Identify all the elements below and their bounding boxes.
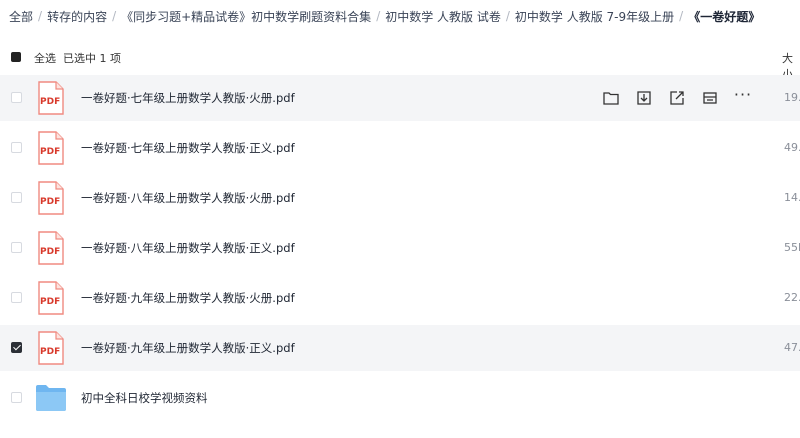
open-folder-icon[interactable] [600, 87, 622, 109]
folder-icon [35, 384, 67, 412]
file-name[interactable]: 一卷好题·七年级上册数学人教版·正义.pdf [81, 140, 295, 156]
file-name[interactable]: 一卷好题·八年级上册数学人教版·正义.pdf [81, 240, 295, 256]
pdf-file-icon: PDF [37, 131, 65, 165]
row-checkbox[interactable] [11, 292, 22, 303]
selected-count: 已选中 1 项 [63, 52, 121, 65]
file-row[interactable]: PDF 一卷好题·七年级上册数学人教版·火册.pdf ··· 19. [0, 75, 800, 121]
breadcrumb-separator: / [38, 9, 43, 23]
file-size: 47. [784, 341, 800, 354]
pdf-file-icon: PDF [37, 231, 65, 265]
file-row[interactable]: PDF 一卷好题·九年级上册数学人教版·火册.pdf 22. [0, 275, 800, 321]
folder-name[interactable]: 初中全科日校学视频资料 [81, 390, 208, 406]
select-all-label[interactable]: 全选 [34, 50, 56, 66]
pdf-file-icon: PDF [37, 181, 65, 215]
pdf-icon-label: PDF [40, 347, 61, 357]
row-checkbox[interactable] [11, 192, 22, 203]
file-size: 22. [784, 291, 800, 304]
share-icon[interactable] [666, 87, 688, 109]
preview-icon[interactable] [699, 87, 721, 109]
breadcrumb-separator: / [679, 9, 684, 23]
breadcrumb: 全部 / 转存的内容 / 《同步习题+精品试卷》初中数学刷题资料合集 / 初中数… [9, 0, 799, 32]
select-all-checkbox[interactable] [11, 52, 21, 62]
breadcrumb-item-saved[interactable]: 转存的内容 [47, 8, 107, 25]
file-row[interactable]: PDF 一卷好题·八年级上册数学人教版·正义.pdf 55M [0, 225, 800, 271]
file-size: 49. [784, 141, 800, 154]
file-row[interactable]: PDF 一卷好题·九年级上册数学人教版·正义.pdf 47. [0, 325, 800, 371]
file-row[interactable]: PDF 一卷好题·八年级上册数学人教版·火册.pdf 14. [0, 175, 800, 221]
row-checkbox[interactable] [11, 92, 22, 103]
file-row[interactable]: PDF 一卷好题·七年级上册数学人教版·正义.pdf 49. [0, 125, 800, 171]
file-size: 55M [784, 241, 800, 254]
pdf-icon-label: PDF [40, 97, 61, 107]
row-checkbox[interactable] [11, 242, 22, 253]
row-actions: ··· [600, 85, 765, 109]
row-checkbox-checked[interactable] [11, 342, 22, 353]
file-name[interactable]: 一卷好题·七年级上册数学人教版·火册.pdf [81, 90, 295, 106]
pdf-file-icon: PDF [37, 331, 65, 365]
more-icon[interactable]: ··· [732, 83, 754, 105]
pdf-file-icon: PDF [37, 281, 65, 315]
pdf-icon-label: PDF [40, 247, 61, 257]
breadcrumb-item-exams[interactable]: 初中数学 人教版 试卷 [385, 8, 501, 25]
selection-bar: 全选 已选中 1 项 大小 [0, 44, 800, 81]
file-name[interactable]: 一卷好题·九年级上册数学人教版·火册.pdf [81, 290, 295, 306]
breadcrumb-separator: / [112, 9, 117, 23]
breadcrumb-item-grade[interactable]: 初中数学 人教版 7-9年级上册 [515, 8, 674, 25]
pdf-icon-label: PDF [40, 147, 61, 157]
breadcrumb-item-collection[interactable]: 《同步习题+精品试卷》初中数学刷题资料合集 [121, 8, 371, 25]
file-name[interactable]: 一卷好题·九年级上册数学人教版·正义.pdf [81, 340, 295, 356]
pdf-icon-label: PDF [40, 197, 61, 207]
pdf-file-icon: PDF [37, 81, 65, 115]
breadcrumb-item-current: 《一卷好题》 [688, 9, 761, 24]
row-checkbox[interactable] [11, 142, 22, 153]
download-icon[interactable] [633, 87, 655, 109]
file-name[interactable]: 一卷好题·八年级上册数学人教版·火册.pdf [81, 190, 295, 206]
row-checkbox[interactable] [11, 392, 22, 403]
file-size: 19. [784, 91, 800, 104]
folder-row[interactable]: 初中全科日校学视频资料 [0, 375, 800, 421]
breadcrumb-separator: / [376, 9, 381, 23]
breadcrumb-item-all[interactable]: 全部 [9, 8, 33, 25]
file-size: 14. [784, 191, 800, 204]
pdf-icon-label: PDF [40, 297, 61, 307]
breadcrumb-separator: / [505, 9, 510, 23]
